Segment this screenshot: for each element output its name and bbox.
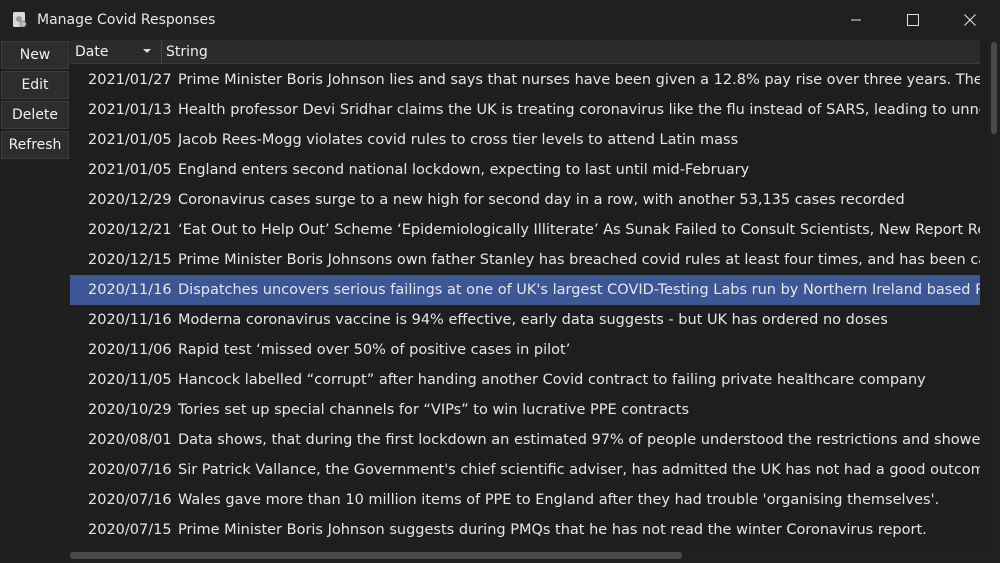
row-string: Prime Minister Boris Johnsons own father… xyxy=(178,252,980,268)
close-icon xyxy=(964,14,976,26)
table-row[interactable]: 2020/11/16 Moderna coronavirus vaccine is… xyxy=(70,305,980,335)
table-row[interactable]: 2020/07/15 Prime Minister Boris Johnson s… xyxy=(70,515,980,545)
row-date: 2020/07/16 xyxy=(88,492,172,508)
row-string: Sir Patrick Vallance, the Government's c… xyxy=(178,462,980,478)
table-body: 2021/01/27 Prime Minister Boris Johnson l… xyxy=(70,65,980,545)
column-header-date-label: Date xyxy=(75,44,109,60)
new-button[interactable]: New xyxy=(1,41,69,69)
table-row[interactable]: 2021/01/05 Jacob Rees-Mogg violates covid… xyxy=(70,125,980,155)
row-date: 2020/11/05 xyxy=(88,372,172,388)
table-row[interactable]: 2020/12/21 ‘Eat Out to Help Out’ Scheme ‘… xyxy=(70,215,980,245)
horizontal-scrollbar[interactable] xyxy=(70,549,988,563)
row-date: 2020/11/06 xyxy=(88,342,172,358)
app-icon xyxy=(13,12,27,28)
minimize-button[interactable] xyxy=(833,0,879,40)
edit-button[interactable]: Edit xyxy=(1,71,69,99)
row-string: Tories set up special channels for “VIPs… xyxy=(178,402,690,418)
row-date: 2020/07/15 xyxy=(88,522,172,538)
row-date: 2020/11/16 xyxy=(88,312,172,328)
row-string: England enters second national lockdown,… xyxy=(178,162,750,178)
row-string: Hancock labelled “corrupt” after handing… xyxy=(178,372,926,388)
delete-button[interactable]: Delete xyxy=(1,101,69,129)
table-row[interactable]: 2020/12/15 Prime Minister Boris Johnsons … xyxy=(70,245,980,275)
row-string: Prime Minister Boris Johnson suggests du… xyxy=(178,522,927,538)
refresh-button[interactable]: Refresh xyxy=(1,131,69,159)
maximize-button[interactable] xyxy=(890,0,936,40)
table-row[interactable]: 2020/11/06 Rapid test ‘missed over 50% of… xyxy=(70,335,980,365)
table-row[interactable]: 2020/12/29 Coronavirus cases surge to a n… xyxy=(70,185,980,215)
table-row[interactable]: 2020/08/01 Data shows, that during the fi… xyxy=(70,425,980,455)
vertical-scrollbar[interactable] xyxy=(988,40,1000,563)
row-string: Health professor Devi Sridhar claims the… xyxy=(178,102,980,118)
table-row[interactable]: 2020/11/16 Dispatches uncovers serious fa… xyxy=(70,275,980,305)
table-header: Date String xyxy=(70,40,980,64)
table-row[interactable]: 2020/11/05 Hancock labelled “corrupt” aft… xyxy=(70,365,980,395)
vertical-scroll-thumb[interactable] xyxy=(991,42,997,134)
column-header-string[interactable]: String xyxy=(162,40,980,64)
row-string: Jacob Rees-Mogg violates covid rules to … xyxy=(178,132,739,148)
row-string: Dispatches uncovers serious failings at … xyxy=(178,282,980,298)
row-string: ‘Eat Out to Help Out’ Scheme ‘Epidemiolo… xyxy=(178,222,980,238)
row-date: 2021/01/27 xyxy=(88,72,172,88)
table-row[interactable]: 2020/07/16 Wales gave more than 10 millio… xyxy=(70,485,980,515)
table-row[interactable]: 2020/10/29 Tories set up special channels… xyxy=(70,395,980,425)
sort-descending-icon xyxy=(143,49,151,53)
row-string: Wales gave more than 10 million items of… xyxy=(178,492,940,508)
horizontal-scroll-thumb[interactable] xyxy=(70,552,682,559)
table-row[interactable]: 2021/01/05 England enters second national… xyxy=(70,155,980,185)
responses-table: Date String 2021/01/27 Prime Minister Bor… xyxy=(70,40,1000,563)
row-string: Coronavirus cases surge to a new high fo… xyxy=(178,192,905,208)
close-button[interactable] xyxy=(947,0,993,40)
column-header-date[interactable]: Date xyxy=(70,40,162,64)
row-string: Rapid test ‘missed over 50% of positive … xyxy=(178,342,571,358)
row-date: 2020/12/29 xyxy=(88,192,172,208)
table-row[interactable]: 2021/01/13 Health professor Devi Sridhar … xyxy=(70,95,980,125)
row-date: 2020/10/29 xyxy=(88,402,172,418)
row-date: 2020/08/01 xyxy=(88,432,172,448)
row-date: 2020/12/21 xyxy=(88,222,172,238)
row-string: Moderna coronavirus vaccine is 94% effec… xyxy=(178,312,888,328)
row-date: 2020/07/16 xyxy=(88,462,172,478)
row-date: 2020/12/15 xyxy=(88,252,172,268)
row-date: 2020/11/16 xyxy=(88,282,172,298)
maximize-icon xyxy=(907,14,919,26)
row-date: 2021/01/05 xyxy=(88,162,172,178)
window-title: Manage Covid Responses xyxy=(37,12,216,28)
row-string: Data shows, that during the first lockdo… xyxy=(178,432,980,448)
action-sidebar: New Edit Delete Refresh xyxy=(0,40,70,563)
row-date: 2021/01/05 xyxy=(88,132,172,148)
row-date: 2021/01/13 xyxy=(88,102,172,118)
minimize-icon xyxy=(851,19,861,21)
table-row[interactable]: 2020/07/16 Sir Patrick Vallance, the Gove… xyxy=(70,455,980,485)
title-bar: Manage Covid Responses xyxy=(0,0,1000,40)
table-row[interactable]: 2021/01/27 Prime Minister Boris Johnson l… xyxy=(70,65,980,95)
row-string: Prime Minister Boris Johnson lies and sa… xyxy=(178,72,980,88)
